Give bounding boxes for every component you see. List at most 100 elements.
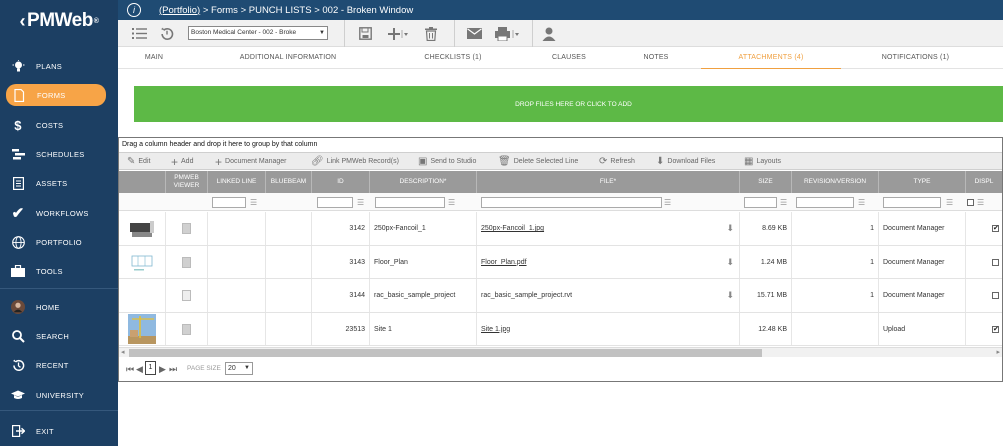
sidebar-item-exit[interactable]: EXIT (0, 418, 118, 444)
trash-icon[interactable] (422, 24, 440, 43)
user-icon[interactable] (540, 24, 558, 43)
sidebar-item-costs[interactable]: $ COSTS (0, 112, 118, 138)
filter-icon[interactable]: ☰ (357, 198, 364, 207)
sidebar-item-university[interactable]: UNIVERSITY (0, 382, 118, 408)
edit-button[interactable]: ✎ Edit (127, 153, 150, 170)
prev-page-icon[interactable]: ◀ (136, 364, 143, 375)
viewer-cell[interactable] (166, 313, 208, 345)
sidebar-item-plans[interactable]: PLANS (0, 53, 118, 79)
email-icon[interactable] (464, 24, 484, 43)
first-page-icon[interactable]: ⏮ (126, 364, 134, 375)
file-dropzone[interactable]: DROP FILES HERE OR CLICK TO ADD (134, 86, 1003, 122)
last-page-icon[interactable]: ⏭ (169, 364, 177, 375)
history-icon[interactable] (158, 24, 176, 43)
page-size-select[interactable]: 20 ▼ (225, 362, 253, 375)
document-icon[interactable] (182, 223, 191, 234)
link-record-button[interactable]: 🔗︎ Link PMWeb Record(s) (311, 153, 399, 170)
file-link[interactable]: Floor_Plan.pdf (481, 259, 527, 266)
viewer-cell[interactable] (166, 279, 208, 312)
file-link[interactable]: 250px-Fancoil_1.jpg (481, 225, 544, 232)
filter-size-input[interactable] (744, 197, 777, 208)
sidebar-item-tools[interactable]: TOOLS (0, 258, 118, 284)
filter-display-checkbox[interactable] (967, 199, 974, 206)
fancoil-thumbnail[interactable] (128, 217, 156, 241)
floor-plan-thumbnail[interactable] (128, 250, 156, 274)
column-header-linked-line[interactable]: LINKED LINE (208, 171, 266, 193)
document-icon[interactable] (182, 290, 191, 301)
send-to-studio-button[interactable]: ▣ Send to Studio (418, 153, 476, 170)
column-header-pmweb-viewer[interactable]: PMWEB VIEWER (166, 171, 208, 193)
column-header-bluebeam[interactable]: BLUEBEAM (266, 171, 312, 193)
horizontal-scrollbar[interactable]: ◂ ▸ (119, 347, 1002, 357)
save-icon[interactable] (356, 24, 374, 43)
project-selector[interactable]: Boston Medical Center - 002 - Broke ▼ (188, 26, 328, 40)
column-header-file[interactable]: FILE* (477, 171, 740, 193)
tab-main[interactable]: MAIN (130, 47, 178, 69)
column-header-display[interactable]: DISPL (966, 171, 1002, 193)
filter-icon[interactable]: ☰ (448, 198, 455, 207)
column-header-description[interactable]: DESCRIPTION* (370, 171, 477, 193)
filter-icon[interactable]: ☰ (977, 198, 984, 207)
table-row[interactable]: 3143 Floor_Plan Floor_Plan.pdf ⬇ 1.24 MB … (119, 246, 1002, 279)
tab-checklists[interactable]: CHECKLISTS (1) (413, 47, 493, 69)
column-header-revision[interactable]: REVISION/VERSION (792, 171, 879, 193)
sidebar-item-search[interactable]: SEARCH (0, 323, 118, 349)
download-icon[interactable]: ⬇ (726, 257, 734, 268)
document-manager-button[interactable]: + Document Manager (215, 153, 287, 170)
document-icon[interactable] (182, 256, 191, 268)
filter-icon[interactable]: ☰ (858, 198, 865, 207)
sidebar-item-forms[interactable]: FORMS (6, 84, 106, 106)
filter-icon[interactable]: ☰ (664, 198, 671, 207)
info-icon[interactable]: i (127, 3, 141, 17)
table-row[interactable]: 3144 rac_basic_sample_project rac_basic_… (119, 279, 1002, 313)
table-row[interactable]: 23513 Site 1 Site 1.jpg 12.48 KB Upload (119, 313, 1002, 346)
add-icon[interactable] (386, 24, 410, 43)
column-header-type[interactable]: TYPE (879, 171, 966, 193)
tab-clauses[interactable]: CLAUSES (543, 47, 595, 69)
scroll-right-icon[interactable]: ▸ (996, 348, 1000, 356)
list-icon[interactable] (130, 24, 148, 43)
refresh-button[interactable]: ⟳ Refresh (599, 153, 635, 170)
display-checkbox[interactable] (992, 292, 999, 299)
sidebar-item-schedules[interactable]: SCHEDULES (0, 141, 118, 167)
next-page-icon[interactable]: ▶ (159, 364, 166, 375)
sidebar-item-recent[interactable]: RECENT (0, 352, 118, 378)
print-icon[interactable] (494, 24, 522, 43)
tab-notes[interactable]: NOTES (633, 47, 679, 69)
scroll-left-icon[interactable]: ◂ (121, 348, 125, 356)
viewer-cell[interactable] (166, 246, 208, 278)
breadcrumb-portfolio-link[interactable]: (Portfolio) (159, 5, 200, 16)
filter-description-input[interactable] (375, 197, 445, 208)
table-row[interactable]: 3142 250px-Fancoil_1 250px-Fancoil_1.jpg… (119, 212, 1002, 246)
tab-additional-information[interactable]: ADDITIONAL INFORMATION (228, 47, 348, 69)
group-by-panel[interactable]: Drag a column header and drop it here to… (119, 138, 1002, 152)
current-page[interactable]: 1 (145, 361, 156, 375)
pmweb-logo[interactable]: ‹ PMWeb ® (0, 0, 118, 42)
sidebar-item-portfolio[interactable]: PORTFOLIO (0, 229, 118, 255)
file-link[interactable]: Site 1.jpg (481, 326, 510, 333)
filter-icon[interactable]: ☰ (250, 198, 257, 207)
download-icon[interactable]: ⬇ (726, 290, 734, 301)
filter-linked-line-input[interactable] (212, 197, 246, 208)
display-checkbox[interactable] (992, 258, 999, 266)
layouts-button[interactable]: ▦ Layouts (744, 153, 781, 170)
sidebar-item-assets[interactable]: ASSETS (0, 170, 118, 196)
scrollbar-thumb[interactable] (129, 349, 762, 357)
filter-icon[interactable]: ☰ (946, 198, 953, 207)
filter-file-input[interactable] (481, 197, 662, 208)
column-header-size[interactable]: SIZE (740, 171, 792, 193)
column-header-id[interactable]: ID (312, 171, 370, 193)
tab-notifications[interactable]: NOTIFICATIONS (1) (873, 47, 958, 69)
download-files-button[interactable]: ⬇ Download Files (656, 153, 715, 170)
site-thumbnail[interactable] (128, 314, 156, 344)
sidebar-item-workflows[interactable]: ✔ WORKFLOWS (0, 200, 118, 226)
filter-type-input[interactable] (883, 197, 941, 208)
display-checkbox[interactable] (992, 325, 999, 333)
filter-revision-input[interactable] (796, 197, 854, 208)
filter-icon[interactable]: ☰ (780, 198, 787, 207)
document-icon[interactable] (182, 323, 191, 335)
download-icon[interactable]: ⬇ (726, 223, 734, 234)
filter-id-input[interactable] (317, 197, 353, 208)
viewer-cell[interactable] (166, 212, 208, 245)
tab-attachments[interactable]: ATTACHMENTS (4) (701, 47, 841, 69)
